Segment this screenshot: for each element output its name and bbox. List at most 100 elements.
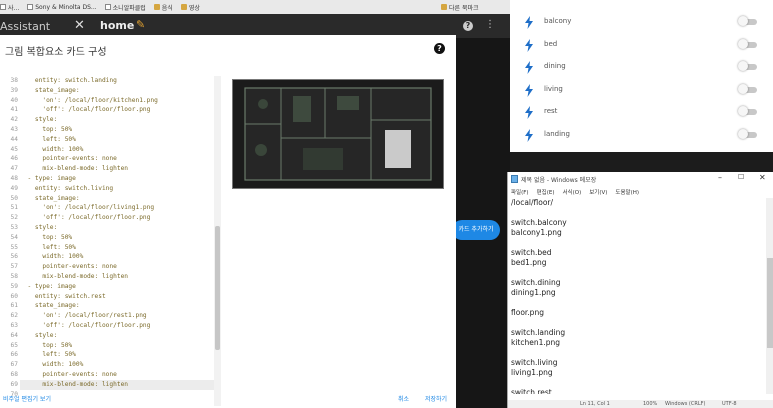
maximize-icon[interactable]: ☐ — [738, 173, 744, 181]
close-icon[interactable]: ✕ — [759, 173, 766, 182]
line-number: 68 — [10, 370, 18, 378]
toggle-knob[interactable] — [738, 83, 748, 94]
bookmark[interactable]: 소니알파클럽 — [104, 3, 146, 12]
toggle-knob[interactable] — [738, 129, 748, 139]
help-icon[interactable]: ? — [463, 21, 473, 31]
code-line[interactable]: entity: switch.rest — [20, 292, 220, 302]
code-line[interactable]: style: — [20, 223, 220, 233]
code-line[interactable]: 'on': /local/floor/living1.png — [20, 203, 220, 213]
editor-scrollbar-thumb[interactable] — [215, 226, 220, 350]
editor-scrollbar[interactable] — [214, 76, 221, 406]
code-line[interactable]: top: 50% — [20, 341, 220, 351]
cancel-button[interactable]: 취소 — [398, 394, 409, 403]
code-line[interactable]: pointer-events: none — [20, 262, 220, 272]
code-line[interactable]: style: — [20, 331, 220, 341]
add-card-button[interactable]: 카드 추가하기 — [452, 220, 500, 240]
line-number-gutter: 38 39 40 41 42 43 44 45 46 47 48 49 50 51 52 53 54 55 56 57… — [0, 76, 18, 399]
notepad-line — [511, 378, 757, 388]
code-line[interactable]: entity: switch.landing — [20, 76, 220, 86]
code-line[interactable]: state_image: — [20, 86, 220, 96]
line-number: 38 — [10, 77, 18, 84]
more-menu-icon[interactable]: ⋮ — [485, 19, 495, 30]
entity-name: living — [544, 84, 563, 93]
code-line[interactable]: pointer-events: none — [20, 370, 220, 380]
bookmark-folder[interactable]: 음식 — [153, 3, 173, 12]
code-line[interactable]: top: 50% — [20, 233, 220, 243]
code-line[interactable]: state_image: — [20, 194, 220, 204]
line-number: 65 — [10, 341, 18, 349]
zoom-level: 100% — [643, 401, 658, 407]
code-line[interactable]: mix-blend-mode: lighten — [20, 379, 220, 390]
notepad-line — [511, 318, 757, 328]
toggle-row-dining[interactable]: dining — [510, 57, 773, 79]
encoding: UTF-8 — [722, 401, 737, 407]
lightning-bolt-icon — [525, 106, 533, 120]
line-number: 50 — [10, 194, 18, 202]
folder-icon — [441, 4, 447, 10]
toggle-row-bed[interactable]: bed — [510, 35, 773, 57]
help-icon[interactable]: ? — [434, 43, 445, 54]
toggle-row-balcony[interactable]: balcony — [510, 12, 773, 34]
toggle-knob[interactable] — [738, 16, 748, 26]
line-number: 67 — [10, 361, 18, 369]
code-line[interactable]: entity: switch.living — [20, 184, 220, 194]
code-line[interactable]: pointer-events: none — [20, 154, 220, 164]
code-line[interactable]: 'off': /local/floor/floor.png — [20, 213, 220, 223]
screen: 사... Sony & Minolta DS... 소니알파클럽 음식 영상 다… — [0, 0, 773, 408]
notepad-text-area[interactable]: /local/floor/switch.balcony balcony1.png s… — [511, 198, 757, 394]
line-number: 64 — [10, 331, 18, 339]
notepad-statusbar: Ln 11, Col 1 100% Windows (CRLF) UTF-8 — [508, 400, 773, 408]
code-line[interactable]: left: 50% — [20, 135, 220, 145]
lightning-bolt-icon — [525, 61, 533, 75]
notepad-titlebar[interactable]: 제목 없음 - Windows 메모장 – ☐ ✕ — [508, 172, 773, 186]
line-number: 44 — [10, 135, 18, 143]
code-line[interactable]: - type: image — [20, 282, 220, 292]
bookmark[interactable]: 사... — [0, 3, 19, 12]
edit-pencil-icon[interactable]: ✎ — [136, 18, 145, 31]
minimize-icon[interactable]: – — [718, 173, 722, 182]
close-icon[interactable]: ✕ — [74, 18, 85, 33]
toggle-row-rest[interactable]: rest — [510, 102, 773, 124]
code-lines[interactable]: entity: switch.landing state_image: 'on'… — [20, 76, 220, 399]
window-title: 제목 없음 - Windows 메모장 — [521, 177, 597, 184]
bookmark-folder[interactable]: 영상 — [180, 3, 200, 12]
code-line[interactable]: mix-blend-mode: lighten — [20, 164, 220, 174]
code-line[interactable]: style: — [20, 115, 220, 125]
code-line[interactable]: mix-blend-mode: lighten — [20, 272, 220, 282]
code-line[interactable]: left: 50% — [20, 243, 220, 253]
view-tab-home[interactable]: home — [100, 19, 134, 32]
notepad-line: /local/floor/ — [511, 198, 554, 207]
notepad-line: dining1.png — [511, 288, 556, 297]
line-number: 42 — [10, 116, 18, 124]
save-button[interactable]: 저장하기 — [425, 394, 447, 403]
line-number: 69 — [10, 380, 18, 388]
code-line[interactable]: top: 50% — [20, 125, 220, 135]
other-bookmarks[interactable]: 다른 북마크 — [441, 3, 479, 12]
code-line[interactable]: left: 50% — [20, 350, 220, 360]
entity-name: rest — [544, 107, 558, 116]
visual-editor-button[interactable]: 비주얼 편집기 보기 — [3, 394, 51, 403]
code-line[interactable]: 'on': /local/floor/rest1.png — [20, 311, 220, 321]
floorplan-image — [233, 80, 443, 188]
notepad-line — [511, 208, 757, 218]
code-line[interactable]: 'off': /local/floor/floor.png — [20, 321, 220, 331]
code-line[interactable]: 'off': /local/floor/floor.png — [20, 105, 220, 115]
page-icon — [27, 4, 34, 10]
code-line[interactable]: width: 100% — [20, 145, 220, 155]
toggle-knob[interactable] — [738, 38, 748, 49]
dialog-title: 그림 복합요소 카드 구성 — [5, 47, 107, 58]
notepad-scrollbar[interactable] — [766, 198, 773, 394]
toggle-row-living[interactable]: living — [510, 80, 773, 102]
line-number: 52 — [10, 214, 18, 222]
toggle-row-landing[interactable]: landing — [510, 125, 773, 147]
notepad-scrollbar-thumb[interactable] — [767, 258, 773, 348]
yaml-code-editor[interactable]: 38 39 40 41 42 43 44 45 46 47 48 49 50 51 52 53 54 55 56 57… — [0, 76, 222, 406]
card-config-dialog: 그림 복합요소 카드 구성 ? 38 39 40 41 42 43 44 45 46 47 48 49… — [0, 35, 456, 408]
code-line[interactable]: state_image: — [20, 301, 220, 311]
code-line[interactable]: width: 100% — [20, 252, 220, 262]
code-line[interactable]: width: 100% — [20, 360, 220, 370]
code-line[interactable]: 'on': /local/floor/kitchen1.png — [20, 96, 220, 106]
bookmark[interactable]: Sony & Minolta DS... — [27, 4, 97, 11]
code-line[interactable]: - type: image — [20, 174, 220, 184]
line-number: 54 — [10, 233, 18, 241]
